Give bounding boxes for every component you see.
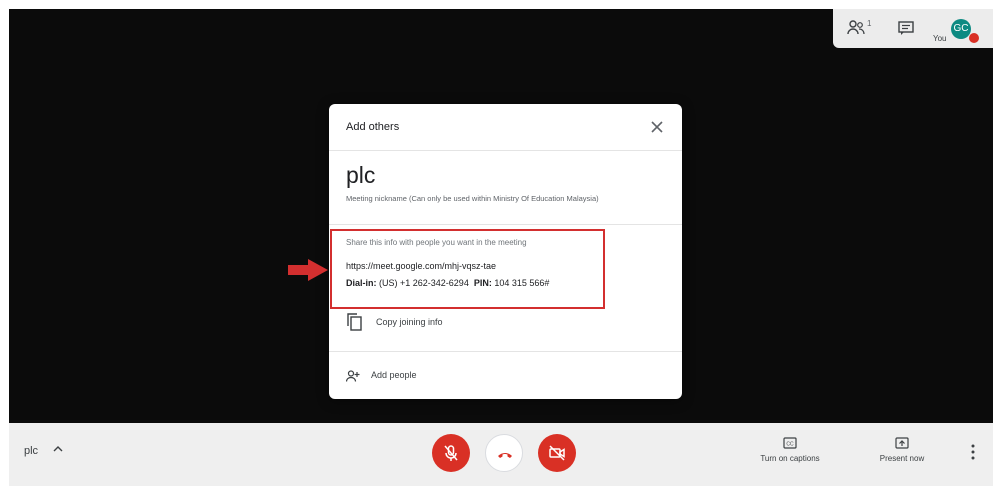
meeting-name: plc <box>24 445 39 457</box>
hang-up-button[interactable] <box>485 434 523 472</box>
bottom-bar: plc CC Turn on captions Present now <box>9 423 993 486</box>
status-badge <box>969 33 979 43</box>
camera-toggle-button[interactable] <box>538 434 576 472</box>
hang-up-icon <box>498 453 512 458</box>
mic-off-icon <box>444 445 458 461</box>
divider <box>329 150 682 151</box>
captions-icon: CC <box>783 437 797 449</box>
copy-icon <box>347 313 362 331</box>
captions-button[interactable]: CC Turn on captions <box>747 437 833 463</box>
add-people-button[interactable]: Add people <box>346 368 646 386</box>
arrow-right-icon <box>288 259 328 281</box>
you-label: You <box>933 34 947 43</box>
meet-window: 1 You GC Add others plc Meeting nickname… <box>9 9 993 486</box>
nickname-note: Meeting nickname (Can only be used withi… <box>346 194 599 203</box>
add-people-label: Add people <box>371 370 417 380</box>
captions-label: Turn on captions <box>760 454 820 463</box>
highlight-box <box>330 229 605 309</box>
close-icon[interactable] <box>649 119 665 135</box>
copy-joining-info-label: Copy joining info <box>376 317 443 327</box>
meeting-nickname: plc <box>346 162 376 188</box>
participant-count: 1 <box>867 19 872 28</box>
camera-off-icon <box>549 445 565 461</box>
more-vert-icon[interactable] <box>970 443 976 461</box>
present-now-button[interactable]: Present now <box>869 437 935 463</box>
video-stage: 1 You GC Add others plc Meeting nickname… <box>9 9 993 423</box>
top-right-panel: 1 You GC <box>833 9 993 48</box>
person-add-icon <box>346 370 360 382</box>
avatar[interactable]: GC <box>951 19 971 39</box>
divider <box>329 224 682 225</box>
svg-text:CC: CC <box>786 442 794 448</box>
present-now-label: Present now <box>879 454 925 463</box>
people-icon[interactable] <box>847 20 865 36</box>
dialog-title: Add others <box>346 121 400 133</box>
mic-toggle-button[interactable] <box>432 434 470 472</box>
chevron-up-icon[interactable] <box>53 445 63 453</box>
chat-icon[interactable] <box>897 20 915 36</box>
divider <box>329 351 682 352</box>
copy-joining-info-button[interactable]: Copy joining info <box>346 313 646 333</box>
present-icon <box>895 437 909 449</box>
